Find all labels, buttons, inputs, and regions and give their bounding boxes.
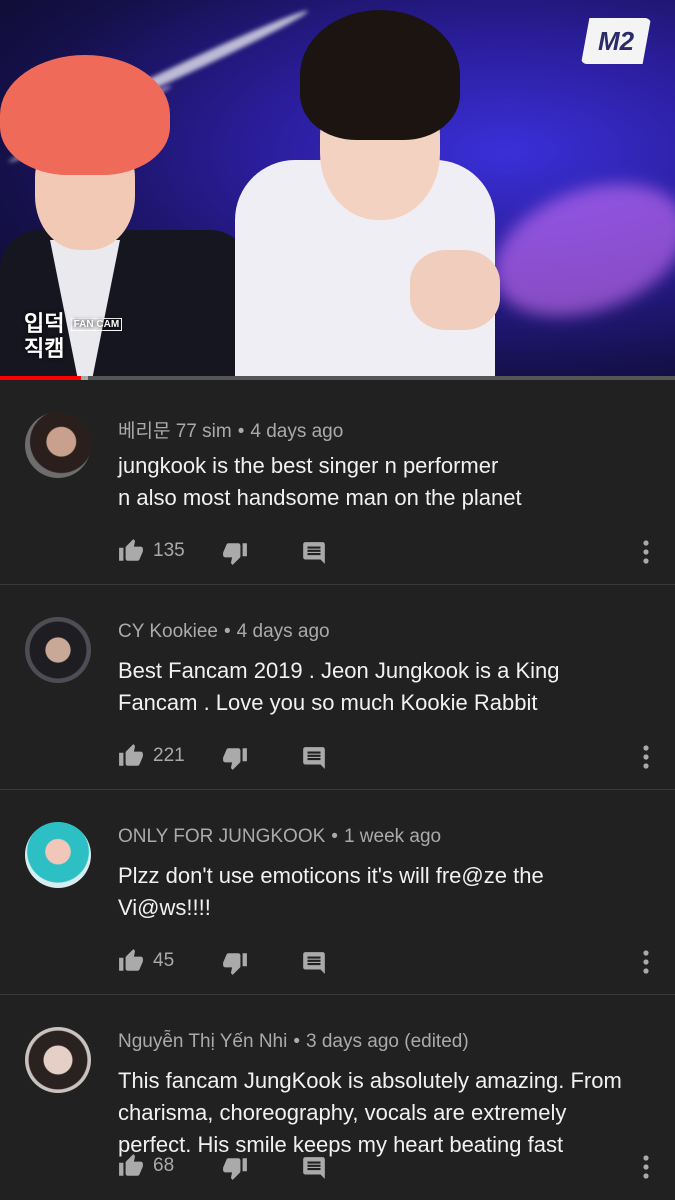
thumbs-up-icon	[118, 538, 144, 564]
like-button[interactable]: 135	[118, 538, 185, 564]
thumbs-up-icon	[118, 743, 144, 769]
comment-text-line: n also most handsome man on the planet	[118, 485, 522, 510]
more-options-button[interactable]	[634, 538, 658, 566]
like-button[interactable]: 45	[118, 948, 174, 974]
comment-text: jungkook is the best singer n performer n…	[118, 450, 658, 514]
channel-logo: M2	[581, 18, 651, 64]
comment-bubble-icon	[301, 540, 327, 566]
comment-time: 4 days ago	[250, 421, 344, 442]
stage-light	[475, 159, 675, 341]
more-options-button[interactable]	[634, 1153, 658, 1181]
more-options-button[interactable]	[634, 948, 658, 976]
fancam-tag-line1: 입덕	[24, 311, 65, 336]
comment: CY Kookiee • 4 days ago Best Fancam 2019 .…	[0, 585, 675, 790]
meta-separator: •	[237, 421, 245, 442]
comment-meta: CY Kookiee • 4 days ago	[118, 621, 330, 643]
comment-text: This fancam JungKook is absolutely amazi…	[118, 1065, 658, 1161]
thumbs-up-icon	[118, 948, 144, 974]
comments-list: 베리문 77 sim • 4 days ago jungkook is the be…	[0, 380, 675, 1199]
dislike-button[interactable]	[222, 540, 248, 566]
comment-meta: Nguyễn Thị Yến Nhi • 3 days ago (edited)	[118, 1031, 469, 1053]
comment-bubble-icon	[301, 950, 327, 976]
like-button[interactable]: 68	[118, 1153, 174, 1179]
comment-text-line: charisma, choreography, vocals are extre…	[118, 1100, 567, 1125]
fancam-tag-small: FAN CAM	[70, 318, 123, 332]
comment-meta: 베리문 77 sim • 4 days ago	[118, 416, 343, 443]
comment-actions: 221	[118, 743, 658, 773]
comment-text: Best Fancam 2019 . Jeon Jungkook is a Ki…	[118, 655, 658, 719]
comment-text-line: Plzz don't use emoticons it's will fre@z…	[118, 863, 544, 888]
fancam-tag-line2: 직캠	[24, 336, 65, 362]
thumbs-down-icon	[222, 540, 248, 566]
like-count: 68	[153, 1155, 175, 1176]
dislike-button[interactable]	[222, 950, 248, 976]
like-count: 135	[153, 540, 185, 561]
meta-separator: •	[224, 621, 231, 642]
comment-time: 3 days ago (edited)	[306, 1031, 469, 1052]
reply-button[interactable]	[301, 540, 327, 566]
comment-text-line: jungkook is the best singer n performer	[118, 453, 499, 478]
thumbs-down-icon	[222, 950, 248, 976]
comment-author[interactable]: CY Kookiee	[118, 621, 218, 642]
avatar[interactable]	[25, 1027, 91, 1093]
comment: ONLY FOR JUNGKOOK • 1 week ago Plzz don't …	[0, 790, 675, 995]
comment-time: 1 week ago	[343, 826, 442, 847]
comment-author[interactable]: Nguyễn Thị Yến Nhi	[118, 1031, 287, 1052]
fancam-watermark: 입덕 FAN CAM 직캠	[24, 311, 123, 362]
comment: 베리문 77 sim • 4 days ago jungkook is the be…	[0, 380, 675, 585]
comment-bubble-icon	[301, 1155, 327, 1181]
comment-text-line: Best Fancam 2019 . Jeon Jungkook is a Ki…	[118, 658, 560, 683]
thumbs-down-icon	[222, 745, 248, 771]
reply-button[interactable]	[301, 1155, 327, 1181]
performer-left-hair	[0, 55, 170, 175]
like-count: 45	[153, 950, 175, 971]
comment-author[interactable]: 베리문 77 sim	[118, 421, 232, 442]
reply-button[interactable]	[301, 745, 327, 771]
more-vert-icon	[634, 948, 658, 976]
more-options-button[interactable]	[634, 743, 658, 771]
performer-right-hand	[410, 250, 500, 330]
like-button[interactable]: 221	[118, 743, 185, 769]
meta-separator: •	[331, 826, 338, 847]
comment-actions: 135	[118, 538, 658, 568]
more-vert-icon	[634, 1153, 658, 1181]
comment-text: Plzz don't use emoticons it's will fre@z…	[118, 860, 658, 924]
dislike-button[interactable]	[222, 1155, 248, 1181]
avatar[interactable]	[25, 822, 91, 888]
avatar[interactable]	[25, 617, 91, 683]
meta-separator: •	[293, 1031, 301, 1052]
comment-meta: ONLY FOR JUNGKOOK • 1 week ago	[118, 826, 441, 848]
like-count: 221	[153, 745, 185, 766]
reply-button[interactable]	[301, 950, 327, 976]
comment-time: 4 days ago	[236, 621, 330, 642]
comment-text-line: This fancam JungKook is absolutely amazi…	[118, 1068, 622, 1093]
avatar[interactable]	[25, 412, 91, 478]
comment-text-line: Fancam . Love you so much Kookie Rabbit	[118, 690, 538, 715]
thumbs-up-icon	[118, 1153, 144, 1179]
comment-bubble-icon	[301, 745, 327, 771]
comment-actions: 68	[118, 1153, 658, 1183]
comment-actions: 45	[118, 948, 658, 978]
comment: Nguyễn Thị Yến Nhi • 3 days ago (edited) T…	[0, 995, 675, 1199]
dislike-button[interactable]	[222, 745, 248, 771]
more-vert-icon	[634, 538, 658, 566]
comment-author[interactable]: ONLY FOR JUNGKOOK	[118, 826, 325, 847]
comment-text-line: Vi@ws!!!!	[118, 895, 211, 920]
video-player[interactable]: M2 입덕 FAN CAM 직캠	[0, 0, 675, 378]
thumbs-down-icon	[222, 1155, 248, 1181]
more-vert-icon	[634, 743, 658, 771]
performer-right-hair	[300, 10, 460, 140]
